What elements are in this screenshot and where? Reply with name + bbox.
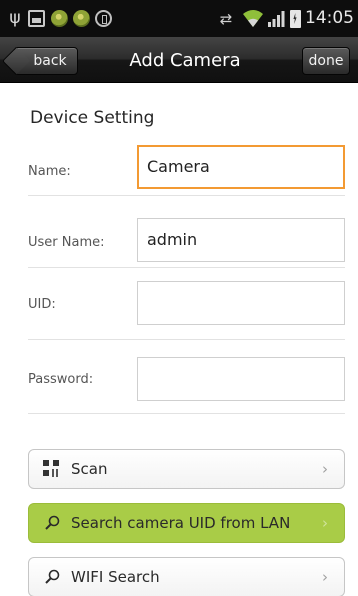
chevron-right-icon: › (322, 460, 328, 478)
back-button-label: back (33, 53, 67, 69)
chevron-right-icon: › (322, 514, 328, 532)
page-title: Add Camera (129, 50, 241, 71)
done-button[interactable]: done (302, 47, 350, 75)
search-icon (43, 514, 61, 532)
username-label: User Name: (28, 235, 105, 250)
sync-icon: ⇄ (219, 9, 233, 28)
battery-icon (290, 10, 301, 28)
status-time: 14:05 (305, 8, 354, 28)
qr-code-icon (43, 460, 61, 478)
name-label: Name: (28, 164, 71, 179)
username-input[interactable]: admin (137, 218, 345, 262)
navigation-bar: back Add Camera done (0, 37, 358, 83)
wifi-search-button-label: WIFI Search (71, 568, 160, 586)
uid-label: UID: (28, 297, 56, 312)
scan-button[interactable]: Scan › (28, 449, 345, 489)
wifi-icon (242, 9, 264, 28)
uid-input[interactable] (137, 281, 345, 325)
app-icon (73, 10, 90, 27)
divider (28, 267, 345, 268)
search-icon (43, 568, 61, 586)
search-lan-button-label: Search camera UID from LAN (71, 514, 291, 532)
divider (28, 413, 345, 414)
password-label: Password: (28, 372, 94, 387)
circle-icon (95, 10, 112, 27)
status-bar: ψ ⇄ 14:05 (0, 0, 358, 37)
password-input[interactable] (137, 357, 345, 401)
search-lan-button[interactable]: Search camera UID from LAN › (28, 503, 345, 543)
section-title: Device Setting (30, 108, 155, 128)
name-input[interactable]: Camera (137, 145, 345, 189)
signal-icon (267, 9, 285, 28)
app-icon (51, 10, 68, 27)
chevron-right-icon: › (322, 568, 328, 586)
usb-icon: ψ (9, 8, 21, 28)
image-icon (28, 10, 45, 27)
back-button[interactable]: back (14, 47, 78, 75)
divider (28, 195, 345, 196)
divider (28, 339, 345, 340)
wifi-search-button[interactable]: WIFI Search › (28, 557, 345, 596)
scan-button-label: Scan (71, 460, 108, 478)
